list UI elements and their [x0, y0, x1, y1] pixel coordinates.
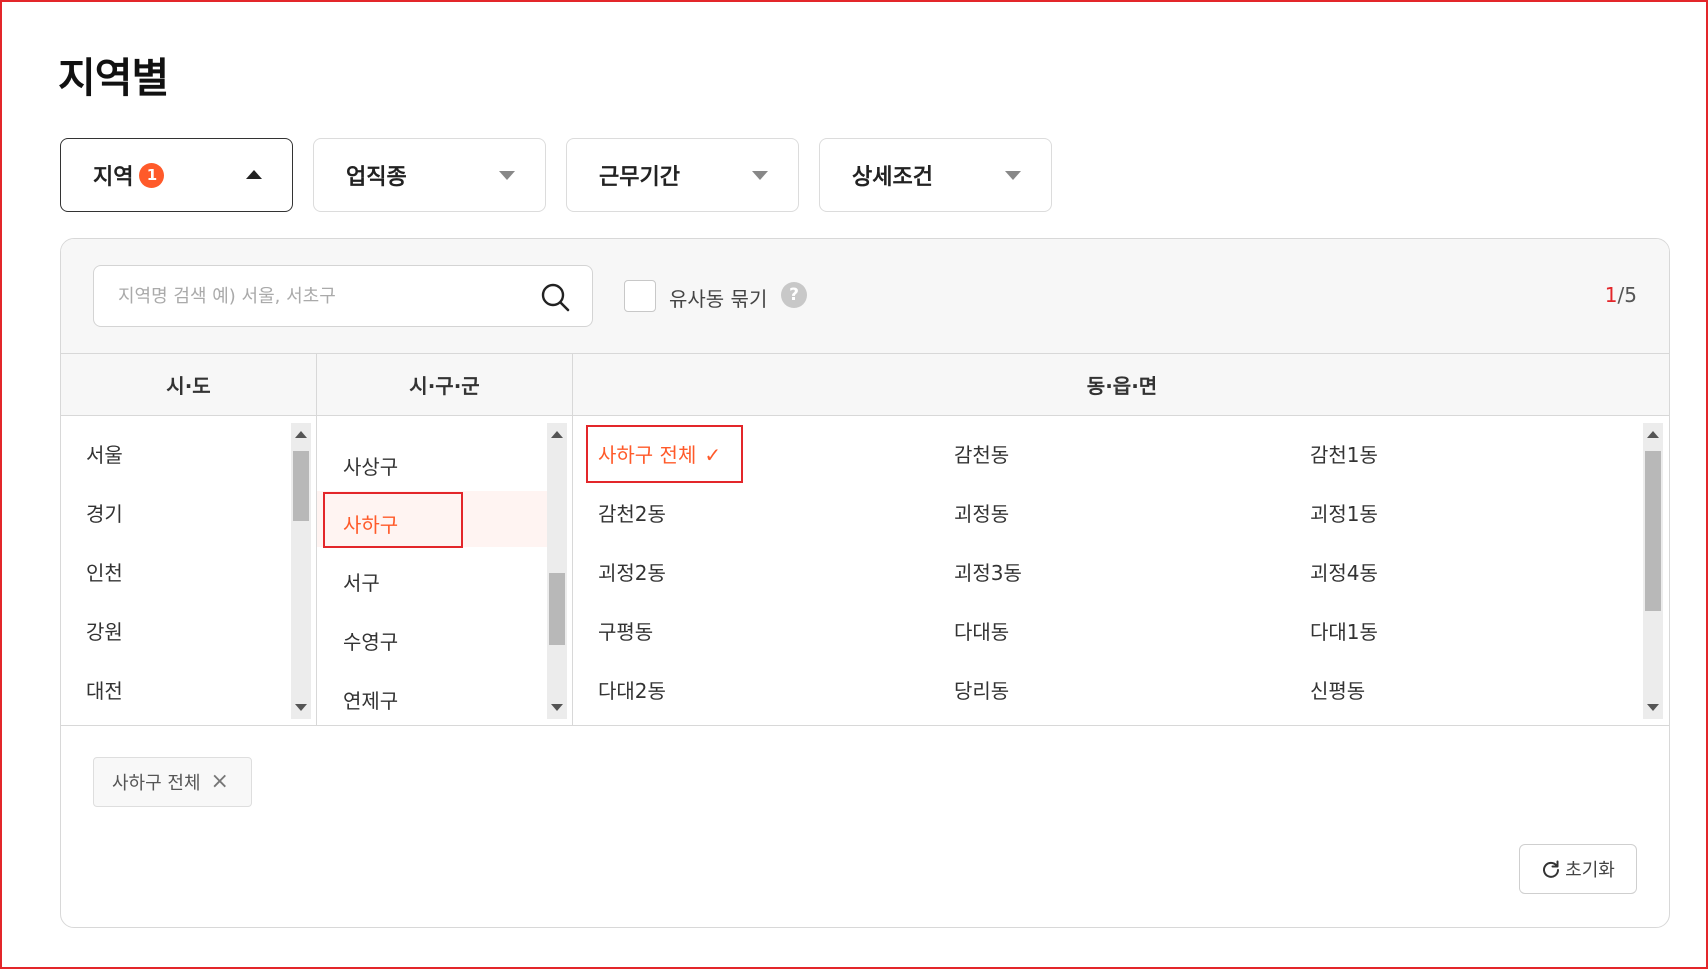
dong-item[interactable]: 괴정3동 [954, 557, 1022, 586]
sigungu-item-sasang[interactable]: 사상구 [343, 451, 398, 480]
counter-total: /5 [1617, 283, 1637, 307]
dong-item[interactable]: 신평동 [1310, 675, 1365, 704]
selected-region-chip: 사하구 전체 × [93, 757, 252, 807]
sido-scrollbar[interactable] [291, 423, 311, 719]
search-icon[interactable] [540, 282, 570, 312]
job-type-filter-label: 업직종 [346, 165, 407, 190]
scroll-thumb[interactable] [1645, 451, 1661, 611]
caret-down-icon [1005, 171, 1021, 180]
dong-item[interactable]: 감천2동 [598, 498, 666, 527]
column-header-dong: 동·읍·면 [573, 354, 1669, 416]
sido-item-seoul[interactable]: 서울 [86, 439, 123, 468]
highlight-box [323, 492, 463, 548]
region-filter-label: 지역 [93, 165, 134, 190]
refresh-icon [1543, 860, 1560, 878]
highlight-box [586, 425, 743, 483]
sigungu-item-suyeong[interactable]: 수영구 [343, 626, 398, 655]
help-icon[interactable]: ? [781, 282, 807, 308]
scroll-down-icon[interactable] [551, 704, 563, 711]
counter-current: 1 [1604, 283, 1618, 307]
similar-dong-checkbox[interactable] [624, 280, 656, 312]
selection-counter: 1/5 [1605, 283, 1637, 307]
region-count-badge: 1 [139, 162, 165, 188]
sigungu-item-yeonje[interactable]: 연제구 [343, 685, 398, 714]
dong-item[interactable]: 다대1동 [1310, 616, 1378, 645]
dong-item[interactable]: 감천1동 [1310, 439, 1378, 468]
dong-item[interactable]: 다대2동 [598, 675, 666, 704]
region-panel: 유사동 묶기 ? 1/5 시·도 시·구·군 동·읍·면 서울 경기 인천 강원… [60, 238, 1670, 928]
detail-filter-button[interactable]: 상세조건 [819, 138, 1052, 212]
scroll-up-icon[interactable] [551, 431, 563, 438]
dong-item[interactable]: 당리동 [954, 675, 1009, 704]
similar-dong-label: 유사동 묶기 [669, 287, 768, 311]
dong-item[interactable]: 괴정4동 [1310, 557, 1378, 586]
scroll-up-icon[interactable] [295, 431, 307, 438]
page-title: 지역별 [58, 54, 169, 102]
sigungu-item-seo[interactable]: 서구 [343, 567, 380, 596]
sido-item-gyeonggi[interactable]: 경기 [86, 498, 123, 527]
work-period-filter-label: 근무기간 [599, 165, 680, 190]
scroll-up-icon[interactable] [1647, 431, 1659, 438]
scroll-thumb[interactable] [549, 573, 565, 645]
chip-label: 사하구 전체 [112, 773, 201, 794]
dong-item[interactable]: 감천동 [954, 439, 1009, 468]
reset-button[interactable]: 초기화 [1519, 844, 1637, 894]
dong-item[interactable]: 다대동 [954, 616, 1009, 645]
region-filter-button[interactable]: 지역 1 [60, 138, 293, 212]
sigungu-scrollbar[interactable] [547, 423, 567, 719]
dong-item[interactable]: 괴정동 [954, 498, 1009, 527]
reset-label: 초기화 [1565, 860, 1615, 881]
sido-item-incheon[interactable]: 인천 [86, 557, 123, 586]
dong-item[interactable]: 괴정1동 [1310, 498, 1378, 527]
sido-list: 서울 경기 인천 강원 대전 [61, 417, 316, 725]
dong-item[interactable]: 구평동 [598, 616, 653, 645]
region-search-input[interactable] [94, 266, 534, 326]
dong-item[interactable]: 괴정2동 [598, 557, 666, 586]
close-icon[interactable]: × [211, 771, 229, 793]
dong-scrollbar[interactable] [1643, 423, 1663, 719]
scroll-thumb[interactable] [293, 451, 309, 521]
sido-item-daejeon[interactable]: 대전 [86, 675, 123, 704]
caret-down-icon [752, 171, 768, 180]
search-box [93, 265, 593, 327]
column-header-sido: 시·도 [61, 354, 316, 416]
caret-down-icon [499, 171, 515, 180]
column-header-sigungu: 시·구·군 [317, 354, 572, 416]
detail-filter-label: 상세조건 [852, 165, 933, 190]
sido-item-gangwon[interactable]: 강원 [86, 616, 123, 645]
caret-up-icon [246, 170, 262, 179]
sigungu-list: 사상구 사하구 서구 수영구 연제구 [317, 417, 572, 725]
filter-bar: 지역 1 업직종 근무기간 상세조건 [60, 138, 1052, 212]
job-type-filter-button[interactable]: 업직종 [313, 138, 546, 212]
dong-list: 사하구 전체 ✓ 감천동 감천1동 감천2동 괴정동 괴정1동 괴정2동 괴정3동… [573, 417, 1669, 725]
panel-toolbar: 유사동 묶기 ? 1/5 [61, 239, 1669, 354]
scroll-down-icon[interactable] [1647, 704, 1659, 711]
work-period-filter-button[interactable]: 근무기간 [566, 138, 799, 212]
scroll-down-icon[interactable] [295, 704, 307, 711]
list-bottom-divider [61, 725, 1669, 726]
